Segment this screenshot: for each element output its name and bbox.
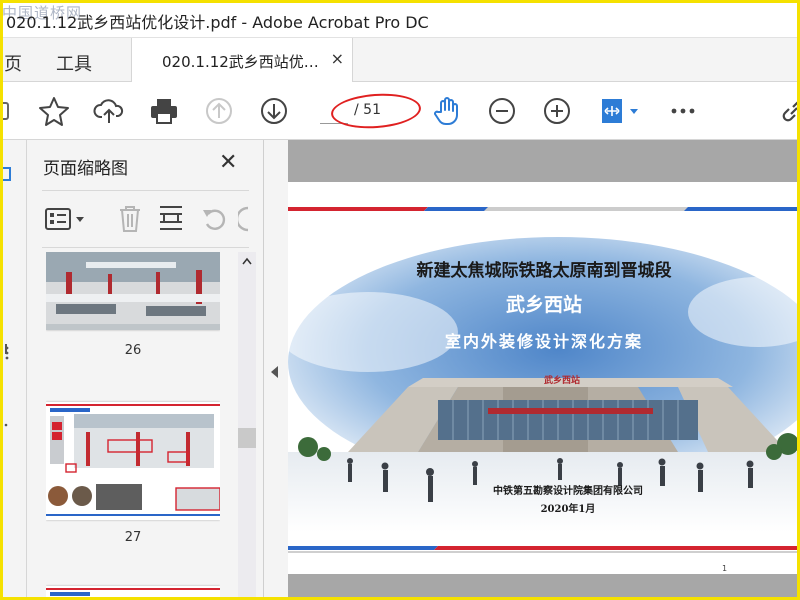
thumbnail-page-number: 27: [124, 530, 142, 545]
station-sign: 武乡西站: [544, 376, 581, 386]
star-icon[interactable]: [38, 95, 70, 127]
left-rail: [0, 140, 27, 600]
thumbnail-options-icon[interactable]: [44, 205, 88, 233]
rotate-cw-icon[interactable]: [238, 204, 250, 234]
page-up-icon[interactable]: [203, 95, 235, 127]
tab-document-label: 020.1.12武乡西站优…: [162, 53, 319, 71]
thumbnail-page-26[interactable]: [46, 252, 220, 330]
cover-line-1: 新建太焦城际铁路太原南到晋城段: [416, 261, 672, 281]
cover-line-3: 室内外装修设计深化方案: [444, 332, 643, 351]
tab-close-icon[interactable]: ×: [331, 49, 344, 68]
page-footer-number: 1: [722, 564, 728, 573]
more-icon[interactable]: [667, 95, 699, 127]
tab-home[interactable]: 页: [4, 50, 22, 76]
rotate-ccw-icon[interactable]: [200, 204, 230, 234]
tab-document[interactable]: 020.1.12武乡西站优… ×: [131, 38, 353, 82]
zoom-in-icon[interactable]: [541, 95, 573, 127]
collapse-arrow-icon[interactable]: [270, 365, 280, 382]
tab-bar: 页 工具 020.1.12武乡西站优… ×: [0, 38, 800, 82]
thumbnail-page-number: 26: [124, 343, 142, 358]
zoom-out-icon[interactable]: [486, 95, 518, 127]
partial-icon: [0, 95, 18, 127]
page-27-image: [46, 402, 220, 520]
title-bar: 中国道桥网 020.1.12武乡西站优化设计.pdf - Adobe Acrob…: [0, 0, 800, 38]
thumbnail-page-28[interactable]: [46, 586, 220, 600]
extract-page-icon[interactable]: [156, 203, 186, 235]
scrollbar-thumb[interactable]: [238, 428, 256, 448]
hand-tool-icon[interactable]: [431, 95, 463, 127]
panel-close-icon[interactable]: ✕: [219, 150, 237, 175]
cover-organization: 中铁第五勘察设计院集团有限公司: [493, 486, 643, 497]
thumbnail-list: 26 27: [46, 252, 220, 600]
delete-page-icon[interactable]: [116, 203, 144, 235]
scroll-up-icon[interactable]: [242, 254, 252, 268]
thumbnails-panel: 页面缩略图 ✕ 26 27: [27, 140, 264, 600]
cover-date: 2020年1月: [540, 504, 596, 515]
drag-handle-icon[interactable]: [2, 344, 12, 362]
cloud-upload-icon[interactable]: [93, 95, 125, 127]
tiny-dot-icon: [4, 423, 8, 427]
thumbnail-nav-icon[interactable]: [0, 164, 14, 184]
fit-page-icon[interactable]: [596, 95, 644, 127]
thumbnail-scrollbar[interactable]: [238, 252, 256, 600]
document-viewer: 新建太焦城际铁路太原南到晋城段 武乡西站 室内外装修设计深化方案 武乡西站 中铁…: [288, 140, 800, 600]
panel-tools: [42, 190, 249, 248]
panel-collapse-handle[interactable]: [264, 140, 288, 600]
print-icon[interactable]: [148, 95, 180, 127]
page-28-image: [46, 586, 220, 600]
link-icon[interactable]: [778, 95, 800, 127]
page-down-icon[interactable]: [258, 95, 290, 127]
tab-tools[interactable]: 工具: [56, 50, 92, 76]
thumbnail-page-27[interactable]: [46, 402, 220, 520]
page-26-image: [46, 252, 220, 330]
document-page: 新建太焦城际铁路太原南到晋城段 武乡西站 室内外装修设计深化方案 武乡西站 中铁…: [288, 182, 800, 574]
window-title: 020.1.12武乡西站优化设计.pdf - Adobe Acrobat Pro…: [6, 13, 429, 32]
panel-title: 页面缩略图: [43, 159, 128, 179]
cover-line-2: 武乡西站: [505, 294, 582, 316]
